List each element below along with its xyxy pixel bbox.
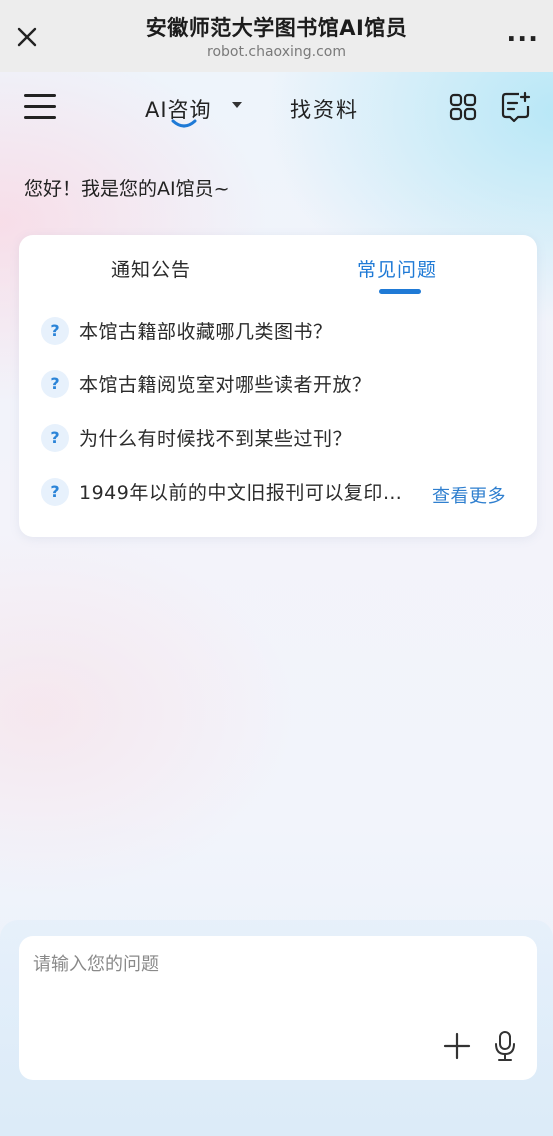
chevron-down-icon[interactable] bbox=[232, 102, 242, 108]
input-box bbox=[19, 936, 537, 1080]
faq-question-text: 本馆古籍阅览室对哪些读者开放？ bbox=[79, 374, 372, 396]
faq-item[interactable]: ? 为什么有时候找不到某些过刊？ bbox=[41, 422, 521, 452]
faq-item[interactable]: ? 1949年以前的中文旧报刊可以复印吗？ bbox=[41, 476, 423, 506]
question-icon: ? bbox=[41, 317, 69, 345]
faq-item[interactable]: ? 本馆古籍阅览室对哪些读者开放？ bbox=[41, 368, 521, 398]
faq-question-text: 本馆古籍部收藏哪几类图书？ bbox=[79, 321, 333, 343]
active-tab-underline bbox=[379, 289, 421, 294]
faq-question-text: 为什么有时候找不到某些过刊？ bbox=[79, 428, 353, 450]
question-icon: ? bbox=[41, 478, 69, 506]
faq-item[interactable]: ? 本馆古籍部收藏哪几类图书？ bbox=[41, 315, 521, 345]
tab-notices[interactable]: 通知公告 bbox=[111, 255, 191, 282]
active-tab-indicator bbox=[171, 119, 197, 128]
question-input[interactable] bbox=[33, 950, 513, 1020]
question-icon: ? bbox=[41, 424, 69, 452]
see-more-link[interactable]: 查看更多 bbox=[432, 482, 506, 508]
composer bbox=[0, 920, 553, 1136]
more-menu-button[interactable]: ... bbox=[506, 18, 539, 48]
grid-icon[interactable] bbox=[449, 93, 477, 121]
faq-question-text: 1949年以前的中文旧报刊可以复印吗？ bbox=[79, 482, 421, 504]
faq-card: 通知公告 常见问题 ? 本馆古籍部收藏哪几类图书？ ? 本馆古籍阅览室对哪些读者… bbox=[19, 235, 537, 537]
page-title: 安徽师范大学图书馆AI馆员 bbox=[145, 16, 408, 40]
new-chat-icon[interactable] bbox=[499, 90, 533, 124]
plus-icon[interactable] bbox=[443, 1032, 471, 1060]
page-url: robot.chaoxing.com bbox=[207, 44, 346, 60]
app-body: AI咨询 找资料 您好！我是您的AI馆员~ 通知公告 常见问题 ? 本馆古籍部收… bbox=[0, 72, 553, 1136]
greeting-message: 您好！我是您的AI馆员~ bbox=[24, 178, 230, 200]
titlebar: 安徽师范大学图书馆AI馆员 robot.chaoxing.com ... bbox=[0, 0, 553, 72]
menu-icon[interactable] bbox=[24, 94, 56, 120]
question-icon: ? bbox=[41, 370, 69, 398]
microphone-icon[interactable] bbox=[493, 1030, 517, 1062]
tab-find-resources[interactable]: 找资料 bbox=[290, 94, 359, 124]
tab-faq[interactable]: 常见问题 bbox=[357, 255, 437, 282]
top-nav: AI咨询 找资料 bbox=[0, 72, 553, 142]
